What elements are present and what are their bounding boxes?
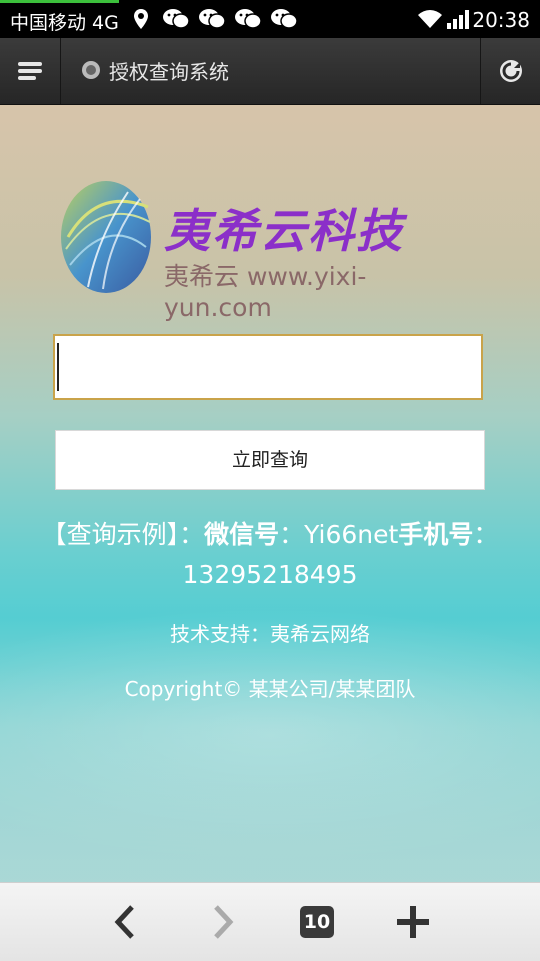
site-icon <box>81 60 101 84</box>
tab-count-badge: 10 <box>300 906 334 938</box>
example-prefix: 【查询示例】： <box>41 520 205 549</box>
menu-icon <box>18 62 42 80</box>
logo-title: 夷希云科技 <box>164 204 404 258</box>
status-bar: 中国移动 4G 20:38 <box>0 0 540 38</box>
phone-label: 手机号 <box>398 520 474 549</box>
page-title: 授权查询系统 <box>109 60 229 84</box>
browser-bottom-bar: 10 <box>0 882 540 961</box>
logo-subtitle: 夷希云 www.yixi-yun.com <box>164 262 367 322</box>
text-caret <box>57 343 59 391</box>
carrier-label: 中国移动 4G <box>10 12 119 34</box>
tech-support-text: 技术支持：夷希云网络 <box>170 622 370 646</box>
wechat-id: ：Yi66net <box>279 520 399 549</box>
menu-button[interactable] <box>0 38 61 104</box>
wechat-label: 微信号 <box>204 520 280 549</box>
forward-button[interactable] <box>193 883 253 961</box>
wechat-notification-icon <box>198 8 226 34</box>
address-field[interactable]: 授权查询系统 <box>61 38 480 104</box>
plus-icon <box>397 906 429 938</box>
back-arrow-icon <box>114 905 134 939</box>
wifi-icon <box>417 8 443 34</box>
refresh-icon <box>499 60 522 82</box>
query-button[interactable]: 立即查询 <box>55 430 485 490</box>
tabs-button[interactable]: 10 <box>287 883 347 961</box>
back-button[interactable] <box>95 883 155 961</box>
wechat-notification-icon <box>270 8 298 34</box>
refresh-button[interactable] <box>480 38 540 104</box>
page-content: 夷希云科技 夷希云 www.yixi-yun.com 立即查询 【查询示例】：微… <box>0 105 540 882</box>
page-load-progress <box>0 0 119 3</box>
new-tab-button[interactable] <box>383 883 443 961</box>
query-input[interactable] <box>53 334 483 400</box>
clock: 20:38 <box>472 8 530 32</box>
logo: 夷希云科技 夷希云 www.yixi-yun.com <box>58 177 458 322</box>
signal-icon <box>446 8 472 34</box>
logo-globe-icon <box>61 181 151 293</box>
forward-arrow-icon <box>214 905 234 939</box>
query-example: 【查询示例】：微信号：Yi66net手机号：13295218495 <box>40 515 500 595</box>
copyright-text: Copyright© 某某公司/某某团队 <box>124 677 416 701</box>
wechat-notification-icon <box>162 8 190 34</box>
wechat-notification-icon <box>234 8 262 34</box>
location-icon <box>133 8 149 34</box>
browser-toolbar: 授权查询系统 <box>0 38 540 105</box>
